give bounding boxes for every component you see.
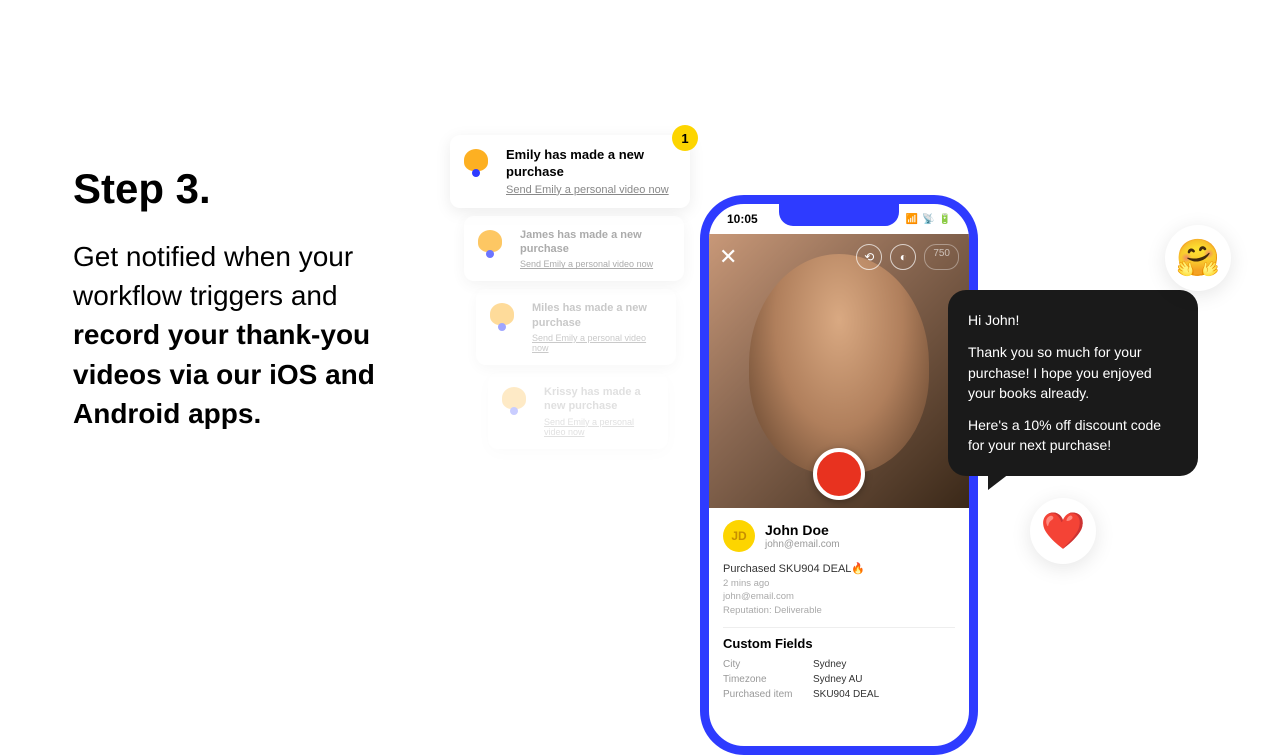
notification-title: Krissy has made a new purchase [544,385,652,414]
record-button[interactable] [813,448,865,500]
notification-badge: 1 [672,125,698,151]
notification-title: Emily has made a new purchase [506,147,674,181]
user-details: JD John Doe john@email.com Purchased SKU… [709,508,969,702]
cf-value: Sydney [813,659,846,670]
hug-emoji-icon: 🤗 [1165,225,1231,291]
meta-email: john@email.com [723,590,955,603]
notification-link[interactable]: Send Emily a personal video now [520,259,668,269]
user-email: john@email.com [765,539,840,550]
bubble-paragraph: Thank you so much for your purchase! I h… [968,342,1178,403]
signal-icon: 📶 [906,214,918,225]
step-body-plain: Get notified when your workflow triggers… [73,241,353,311]
notification-card[interactable]: Krissy has made a new purchase Send Emil… [488,373,668,449]
cf-value: SKU904 DEAL [813,689,879,700]
step-copy: Step 3. Get notified when your workflow … [73,165,413,433]
bubble-greeting: Hi John! [968,310,1178,330]
bell-icon [478,230,506,258]
meta-time: 2 mins ago [723,577,955,590]
custom-field-row: Timezone Sydney AU [723,672,955,687]
timer-icon[interactable]: ◐ [890,244,916,270]
notification-card[interactable]: Miles has made a new purchase Send Emily… [476,289,676,365]
bubble-paragraph: Here's a 10% off discount code for your … [968,415,1178,456]
cf-value: Sydney AU [813,674,862,685]
notification-card[interactable]: 1 Emily has made a new purchase Send Emi… [450,135,690,208]
step-body-bold: record your thank-you videos via our iOS… [73,319,375,428]
flip-camera-icon[interactable]: ⟲ [856,244,882,270]
notification-title: James has made a new purchase [520,228,668,257]
wifi-icon: 📡 [922,214,934,225]
notification-link[interactable]: Send Emily a personal video now [506,184,674,196]
speed-pill[interactable]: 750 [924,244,959,270]
custom-fields-heading: Custom Fields [723,636,955,651]
divider [723,627,955,628]
bell-icon [490,303,518,331]
phone-mockup: 10:05 📶 📡 🔋 ✕ ⟲ ◐ 750 JD John Doe john@e… [700,195,978,755]
notification-link[interactable]: Send Emily a personal video now [532,333,660,353]
user-name: John Doe [765,522,840,539]
battery-icon: 🔋 [939,214,951,225]
phone-notch [779,204,899,226]
user-row: JD John Doe john@email.com [723,520,955,552]
meta-reputation: Reputation: Deliverable [723,604,955,617]
bell-icon [464,149,492,177]
notification-link[interactable]: Send Emily a personal video now [544,417,652,437]
status-icons: 📶 📡 🔋 [906,214,951,225]
avatar: JD [723,520,755,552]
step-title: Step 3. [73,165,413,213]
camera-controls: ✕ ⟲ ◐ 750 [709,244,969,270]
cf-label: Purchased item [723,689,813,700]
step-body: Get notified when your workflow triggers… [73,237,413,433]
bell-icon [502,387,530,415]
camera-viewport: ✕ ⟲ ◐ 750 [709,234,969,508]
heart-emoji-icon: ❤️ [1030,498,1096,564]
close-icon[interactable]: ✕ [719,244,737,270]
notification-title: Miles has made a new purchase [532,301,660,330]
cf-label: City [723,659,813,670]
speech-bubble: Hi John! Thank you so much for your purc… [948,290,1198,476]
notification-stack: 1 Emily has made a new purchase Send Emi… [450,135,690,457]
cf-label: Timezone [723,674,813,685]
notification-card[interactable]: James has made a new purchase Send Emily… [464,216,684,282]
custom-field-row: Purchased item SKU904 DEAL [723,687,955,702]
camera-feed [749,254,929,474]
custom-field-row: City Sydney [723,657,955,672]
purchase-line: Purchased SKU904 DEAL🔥 [723,562,955,575]
status-time: 10:05 [727,212,758,226]
